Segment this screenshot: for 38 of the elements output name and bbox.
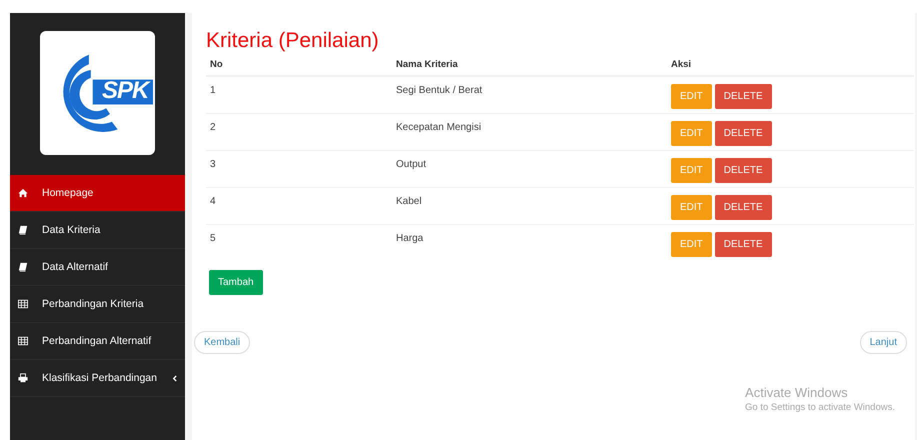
delete-button[interactable]: DELETE: [714, 120, 772, 146]
table-cell: 3: [206, 150, 392, 187]
table-cell: 2: [206, 113, 392, 150]
edit-button[interactable]: EDIT: [671, 232, 712, 256]
table-cell: Harga: [392, 224, 667, 261]
caret-icon: [172, 374, 177, 382]
delete-button[interactable]: DELETE: [714, 158, 772, 182]
edit-button[interactable]: EDIT: [671, 120, 712, 146]
delete-button[interactable]: DELETE: [714, 232, 772, 256]
book-icon: [18, 225, 28, 235]
column-header: Aksi: [667, 59, 914, 76]
column-header: No: [206, 59, 392, 76]
table-cell: 1: [206, 76, 392, 113]
next-button[interactable]: Lanjut: [860, 331, 907, 354]
logo-text: SPK: [102, 77, 148, 105]
add-button[interactable]: Tambah: [209, 270, 263, 295]
back-button[interactable]: Kembali: [194, 331, 250, 354]
table-cell: Kecepatan Mengisi: [392, 113, 667, 150]
edit-button[interactable]: EDIT: [671, 194, 712, 220]
table-icon: [18, 299, 28, 309]
activation-message: Go to Settings to activate Windows.: [745, 402, 895, 413]
delete-button[interactable]: DELETE: [714, 194, 772, 220]
printer-icon: [18, 373, 28, 383]
column-header: Nama Kriteria: [392, 59, 667, 76]
home-icon: [18, 188, 28, 198]
page-title: Kriteria (Penilaian): [206, 29, 380, 53]
table-cell: 5: [206, 224, 392, 261]
activation-title: Activate Windows: [745, 385, 849, 400]
table-cell: Kabel: [392, 187, 667, 224]
edit-button[interactable]: EDIT: [671, 158, 712, 182]
table-cell: 4: [206, 187, 392, 224]
table-cell: Output: [392, 150, 667, 187]
nav-item[interactable]: Homepage: [10, 175, 185, 212]
table-cell: Segi Bentuk / Berat: [392, 76, 667, 113]
delete-button[interactable]: DELETE: [714, 84, 772, 109]
edit-button[interactable]: EDIT: [671, 84, 712, 109]
table-icon: [18, 336, 28, 346]
book-icon: [18, 262, 28, 272]
